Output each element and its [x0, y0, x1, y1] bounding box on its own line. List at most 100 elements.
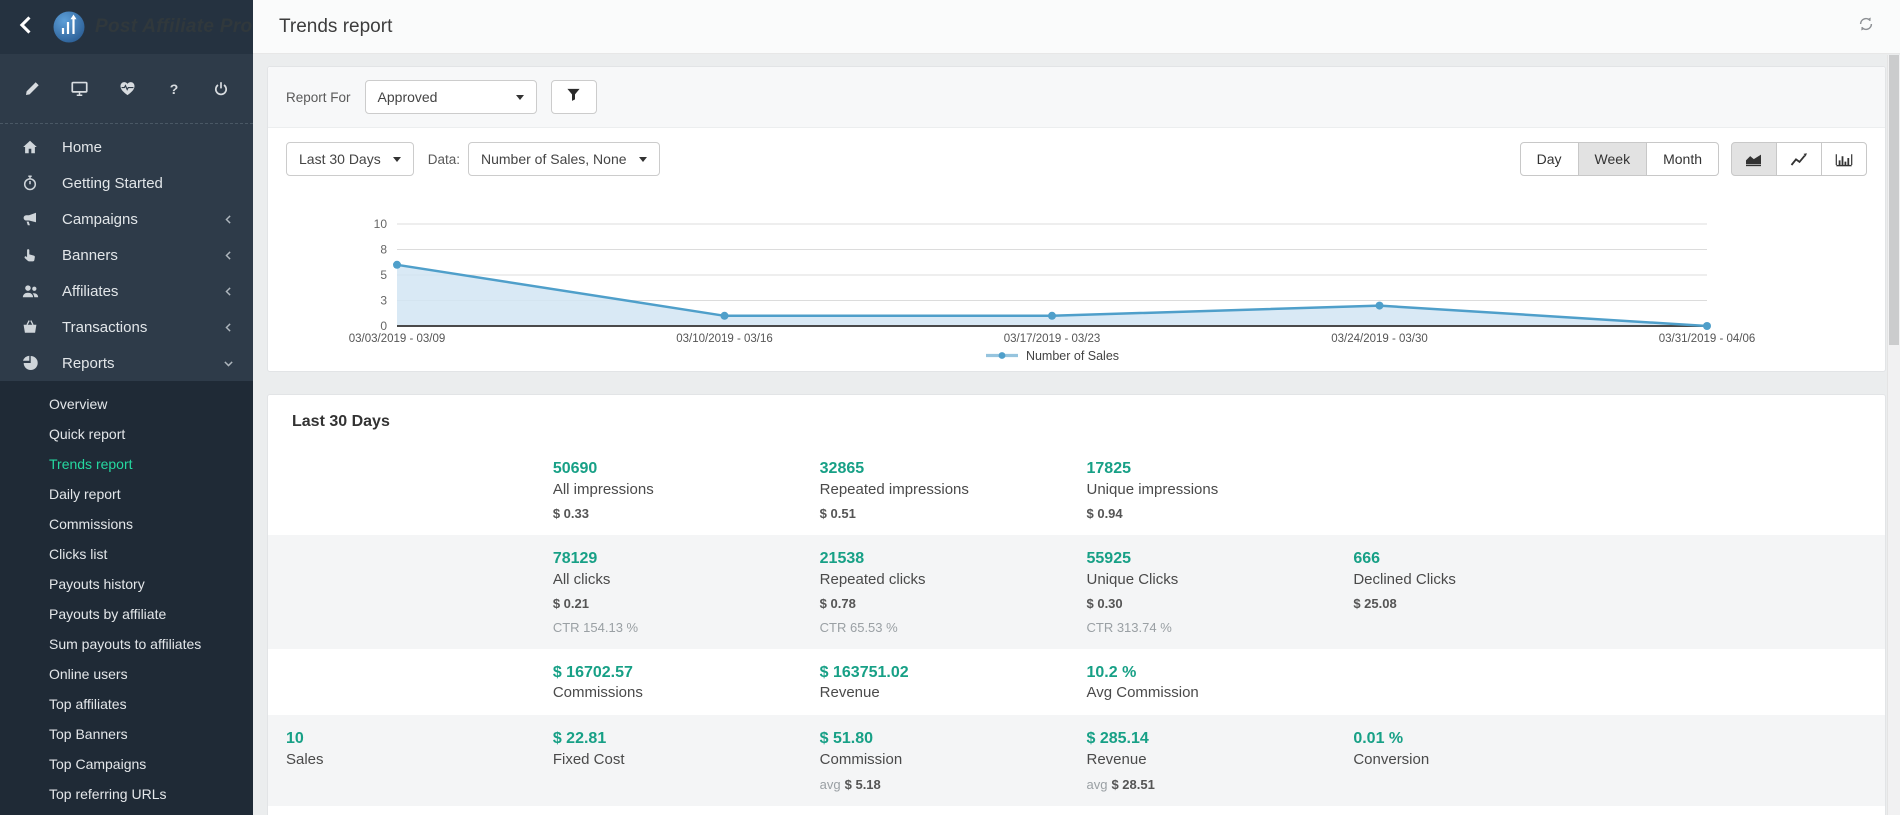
monitor-icon [71, 80, 88, 97]
data-point[interactable] [721, 312, 729, 320]
collapse-sidebar-button[interactable] [0, 14, 52, 41]
svg-text:8: 8 [380, 243, 387, 257]
stat-avg: avg$ 5.18 [820, 777, 1067, 792]
stat-value: 50690 [553, 459, 800, 480]
stat-money: $ 0.30 [1087, 596, 1334, 611]
stat-value: 78129 [553, 549, 800, 570]
stat-avg-value: $ 28.51 [1111, 777, 1154, 792]
stat-repeated-impressions: 32865Repeated impressions$ 0.51 [810, 459, 1077, 521]
chart-block: 03581003/03/2019 - 03/0903/10/2019 - 03/… [268, 190, 1885, 371]
sidebar: Post Affiliate Pro ? HomeGetting Started… [0, 0, 253, 815]
sidebar-nav: Home Getting Started Campaigns Banners Affil… [0, 124, 253, 815]
period-button-week[interactable]: Week [1578, 142, 1648, 176]
chevron-left-icon [222, 285, 235, 298]
scrollbar-thumb[interactable] [1889, 55, 1899, 345]
topbar: Trends report [253, 0, 1900, 54]
heartbeat-toolbar-button[interactable] [119, 80, 136, 97]
chart-toolbar: Last 30 Days Data: Number of Sales, None… [268, 128, 1885, 190]
submenu-item-top-referring-urls[interactable]: Top referring URLs [0, 779, 253, 809]
refresh-icon [1858, 16, 1874, 37]
stat-label: Declined Clicks [1353, 571, 1600, 588]
chevron-left-icon [222, 213, 235, 226]
monitor-toolbar-button[interactable] [71, 80, 88, 97]
stat-ctr: CTR 154.13 % [553, 620, 800, 635]
stat-avg-commission: 10.2 %Avg Commission [1077, 663, 1344, 702]
sidebar-item-reports[interactable]: Reports [0, 345, 253, 381]
pie-chart-icon [22, 355, 38, 371]
stat-all-impressions: 50690All impressions $ 0.33 [543, 459, 810, 521]
stat-money: $ 0.21 [553, 596, 800, 611]
stat-value: $ 22.81 [553, 729, 800, 750]
submenu-item-daily-report[interactable]: Daily report [0, 479, 253, 509]
chart-legend: Number of Sales [337, 349, 1767, 363]
refresh-button[interactable] [1858, 16, 1874, 37]
submenu-item-top-campaigns[interactable]: Top Campaigns [0, 749, 253, 779]
stat-commission: $ 51.80Commissionavg$ 5.18 [810, 729, 1077, 792]
data-point[interactable] [1703, 322, 1711, 330]
stat-value: 17825 [1087, 459, 1334, 480]
basket-icon [22, 319, 38, 335]
stats-card: Last 30 Days 50690All impressions$ 0.333… [267, 394, 1886, 815]
stat-label: Repeated impressions [820, 481, 1067, 498]
line-chart-button[interactable] [1776, 142, 1822, 176]
sidebar-item-transactions[interactable]: Transactions [0, 309, 253, 345]
power-toolbar-button[interactable] [213, 81, 229, 97]
stat-money: $ 0.33 [553, 506, 800, 521]
question-icon: ? [166, 81, 182, 97]
svg-text:03/17/2019 - 03/23: 03/17/2019 - 03/23 [1004, 333, 1101, 345]
area-chart-button[interactable] [1731, 142, 1777, 176]
sidebar-item-label: Banners [62, 247, 222, 264]
bar-chart-button[interactable] [1821, 142, 1867, 176]
period-button-day[interactable]: Day [1520, 142, 1579, 176]
submenu-item-payouts-history[interactable]: Payouts history [0, 569, 253, 599]
sidebar-item-label: Getting Started [62, 175, 235, 192]
stats-row: 10Sales$ 22.81Fixed Cost$ 51.80Commissio… [268, 715, 1885, 806]
svg-text:03/03/2019 - 03/09: 03/03/2019 - 03/09 [349, 333, 446, 345]
submenu-item-commissions[interactable]: Commissions [0, 509, 253, 539]
stat-ctr: CTR 65.53 % [820, 620, 1067, 635]
submenu-item-quick-report[interactable]: Quick report [0, 419, 253, 449]
power-icon [213, 81, 229, 97]
question-toolbar-button[interactable]: ? [166, 81, 182, 97]
stat-value: $ 285.14 [1087, 729, 1334, 750]
sidebar-item-label: Home [62, 139, 235, 156]
data-point[interactable] [1376, 302, 1384, 310]
filter-button[interactable] [551, 80, 597, 114]
sidebar-item-getting-started[interactable]: Getting Started [0, 165, 253, 201]
stat-label: Revenue [820, 684, 1067, 701]
page-scrollbar[interactable] [1887, 55, 1900, 815]
submenu-item-top-affiliates[interactable]: Top affiliates [0, 689, 253, 719]
submenu-item-online-users[interactable]: Online users [0, 659, 253, 689]
submenu-item-sum-payouts-to-affiliates[interactable]: Sum payouts to affiliates [0, 629, 253, 659]
submenu-item-payouts-by-affiliate[interactable]: Payouts by affiliate [0, 599, 253, 629]
sidebar-item-home[interactable]: Home [0, 129, 253, 165]
stat-conversion: 0.01 %Conversion [1343, 729, 1610, 792]
report-for-select[interactable]: Approved [365, 80, 537, 114]
report-filter-row: Report For Approved [268, 67, 1885, 128]
stat-money: $ 0.78 [820, 596, 1067, 611]
sidebar-item-banners[interactable]: Banners [0, 237, 253, 273]
stat-value: 10 [286, 729, 533, 750]
stat-money: $ 0.51 [820, 506, 1067, 521]
stat-label: All impressions [553, 481, 800, 498]
submenu-item-clicks-list[interactable]: Clicks list [0, 539, 253, 569]
svg-text:0: 0 [380, 319, 387, 333]
data-point[interactable] [393, 261, 401, 269]
period-button-month[interactable]: Month [1646, 142, 1719, 176]
submenu-item-top-banners[interactable]: Top Banners [0, 719, 253, 749]
sidebar-item-campaigns[interactable]: Campaigns [0, 201, 253, 237]
stat-label: Sales [286, 751, 533, 768]
sidebar-item-affiliates[interactable]: Affiliates [0, 273, 253, 309]
svg-text:03/31/2019 - 04/06: 03/31/2019 - 04/06 [1659, 333, 1756, 345]
stat-value: 666 [1353, 549, 1600, 570]
submenu-item-overview[interactable]: Overview [0, 389, 253, 419]
funnel-icon [566, 87, 581, 107]
date-range-select[interactable]: Last 30 Days [286, 142, 414, 176]
submenu-item-trends-report[interactable]: Trends report [0, 449, 253, 479]
pencil-toolbar-button[interactable] [24, 81, 40, 97]
data-point[interactable] [1048, 312, 1056, 320]
stat-ctr: CTR 313.74 % [1087, 620, 1334, 635]
stat-label: Revenue [1087, 751, 1334, 768]
stat-value: 0.01 % [1353, 729, 1600, 750]
data-series-select[interactable]: Number of Sales, None [468, 142, 660, 176]
